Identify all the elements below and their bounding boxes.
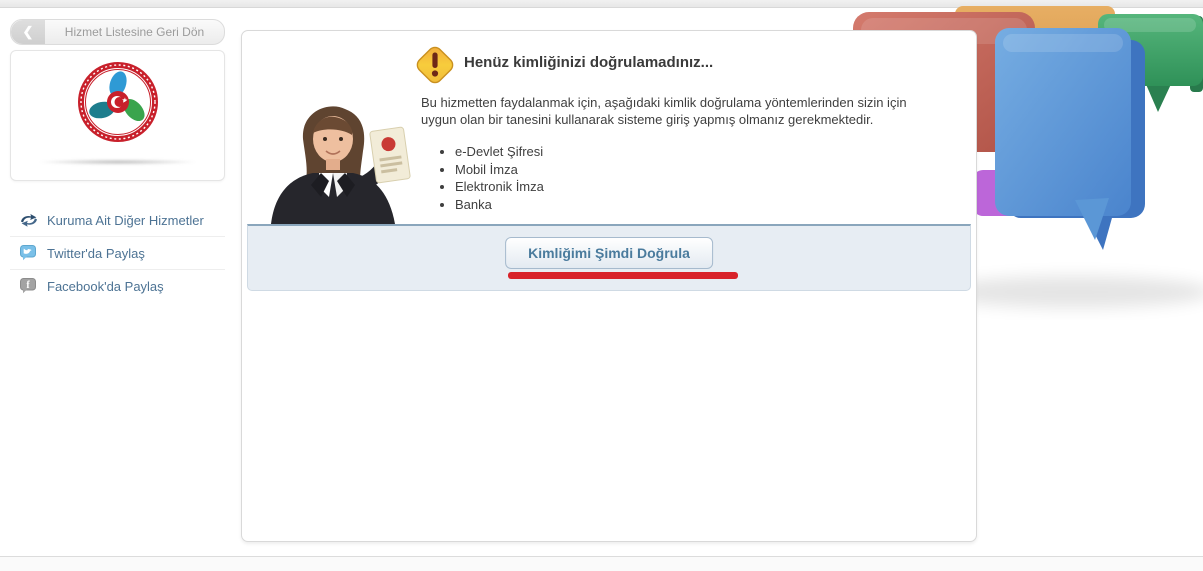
auth-method-item: Banka [455,196,544,214]
blurred-caption [39,159,196,165]
back-button-label: Hizmet Listesine Geri Dön [45,25,224,39]
ministry-seal-logo [77,61,159,143]
facebook-bubble-icon: f [20,278,38,294]
woman-holding-id-photo [255,93,431,224]
sidebar-item-label: Twitter'da Paylaş [47,246,145,261]
sidebar-item-label: Facebook'da Paylaş [47,279,164,294]
page-footer-divider [0,556,1203,571]
alert-description: Bu hizmetten faydalanmak için, aşağıdaki… [421,94,937,128]
action-strip: Kimliğimi Şimdi Doğrula [247,224,971,291]
sidebar-item-other-services[interactable]: Kuruma Ait Diğer Hizmetler [10,204,225,236]
auth-warning-panel: Henüz kimliğinizi doğrulamadınız... Bu h… [241,30,977,542]
twitter-bubble-icon [20,245,38,261]
warning-diamond-icon [411,41,459,89]
verify-identity-button[interactable]: Kimliğimi Şimdi Doğrula [505,237,713,269]
auth-method-item: Mobil İmza [455,161,544,179]
auth-methods-list: e-Devlet Şifresi Mobil İmza Elektronik İ… [439,143,544,213]
institution-logo-card [10,50,225,181]
share-arrows-icon [20,212,38,228]
blue-bubble [995,28,1145,250]
sidebar-links: Kuruma Ait Diğer Hizmetler Twitter'da Pa… [10,204,225,302]
sidebar-item-share-twitter[interactable]: Twitter'da Paylaş [10,236,225,269]
back-to-service-list-button[interactable]: ❮ Hizmet Listesine Geri Dön [10,19,225,45]
auth-method-item: Elektronik İmza [455,178,544,196]
red-highlight-underline [508,272,738,279]
alert-title: Henüz kimliğinizi doğrulamadınız... [464,54,713,71]
auth-method-item: e-Devlet Şifresi [455,143,544,161]
sidebar-item-share-facebook[interactable]: f Facebook'da Paylaş [10,269,225,302]
sidebar-item-label: Kuruma Ait Diğer Hizmetler [47,213,204,228]
sidebar: ❮ Hizmet Listesine Geri Dön Kur [10,19,225,302]
chevron-left-icon: ❮ [11,20,45,44]
